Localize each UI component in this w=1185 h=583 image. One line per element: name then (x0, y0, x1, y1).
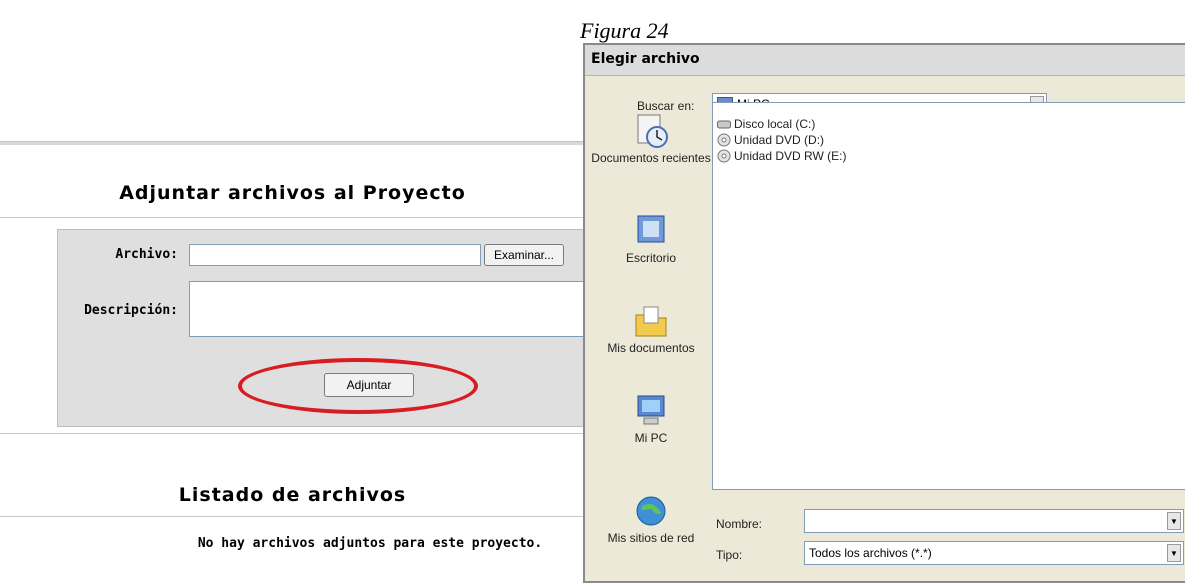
place-recent-documents[interactable]: Documentos recientes (591, 113, 711, 165)
dialog-titlebar: Elegir archivo (585, 45, 1185, 76)
file-name: Unidad DVD RW (E:) (734, 149, 847, 163)
hard-drive-icon (717, 120, 731, 129)
file-type-select[interactable]: Todos los archivos (*.*) ▼ (804, 541, 1184, 565)
place-label: Escritorio (625, 251, 676, 265)
place-desktop[interactable]: Escritorio (591, 213, 711, 265)
recent-documents-icon (632, 113, 670, 149)
place-label: Mis documentos (607, 341, 695, 355)
title-divider (0, 217, 585, 218)
archivo-label: Archivo: (115, 247, 178, 262)
my-documents-icon (632, 303, 670, 339)
chevron-down-icon[interactable]: ▼ (1167, 512, 1181, 530)
figure-caption: Figura 24 (580, 18, 669, 43)
dvd-drive-icon (717, 149, 731, 163)
place-network[interactable]: Mis sitios de red (591, 493, 711, 545)
file-chooser-dialog: Elegir archivo Buscar en: Mi PC ▼ ⇐ ☀ Do… (583, 43, 1185, 583)
descripcion-textarea[interactable] (189, 281, 589, 337)
form-bottom-divider (0, 433, 585, 434)
place-my-documents[interactable]: Mis documentos (591, 303, 711, 355)
place-label: Documentos recientes (591, 151, 711, 165)
dvd-drive-icon (717, 133, 731, 147)
file-list[interactable]: Disco local (C:) Unidad DVD (D:) Unidad … (712, 102, 1185, 490)
file-type-label: Tipo: (716, 548, 743, 562)
file-name-label: Nombre: (716, 517, 763, 531)
list-item[interactable]: Disco local (C:) (717, 116, 815, 132)
file-name: Unidad DVD (D:) (734, 133, 825, 147)
section-title: Adjuntar archivos al Proyecto (119, 182, 466, 204)
places-bar: Documentos recientes Escritorio Mis docu… (591, 107, 711, 557)
list-divider (0, 516, 585, 517)
file-name-input[interactable]: ▼ (804, 509, 1184, 533)
place-my-computer[interactable]: Mi PC (591, 393, 711, 445)
highlight-ellipse (238, 358, 478, 414)
file-name: Disco local (C:) (734, 117, 816, 131)
list-title: Listado de archivos (178, 484, 407, 506)
network-places-icon (632, 493, 670, 529)
list-item[interactable]: Unidad DVD (D:) (717, 132, 824, 148)
archivo-field[interactable] (189, 244, 481, 266)
place-label: Mis sitios de red (607, 531, 695, 545)
browse-button[interactable]: Examinar... (484, 244, 564, 266)
descripcion-label: Descripción: (84, 303, 178, 318)
list-item[interactable]: Unidad DVD RW (E:) (717, 148, 846, 164)
file-type-value: Todos los archivos (*.*) (809, 546, 932, 560)
desktop-icon (632, 213, 670, 249)
my-computer-icon (632, 393, 670, 429)
dialog-title: Elegir archivo (591, 51, 700, 67)
place-label: Mi PC (634, 431, 668, 445)
chevron-down-icon[interactable]: ▼ (1167, 544, 1181, 562)
top-divider (0, 141, 585, 145)
